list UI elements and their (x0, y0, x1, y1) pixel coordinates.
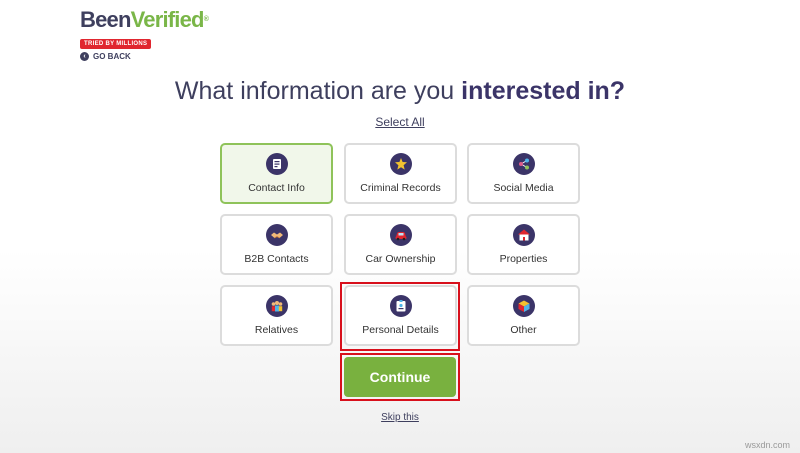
option-label: Social Media (493, 182, 554, 194)
select-all-link[interactable]: Select All (0, 115, 800, 129)
option-label: Criminal Records (360, 182, 441, 194)
sheriff-star-icon (389, 153, 412, 175)
skip-link[interactable]: Skip this (0, 412, 800, 423)
option-criminal-records[interactable]: Criminal Records (344, 143, 457, 204)
logo-been: Been (80, 7, 131, 32)
arrow-left-circle-icon: ‹ (80, 52, 89, 61)
continue-button[interactable]: Continue (344, 357, 456, 397)
page-title-bold: interested in? (461, 77, 626, 105)
share-network-icon (512, 153, 535, 175)
highlight-box-personal-details (340, 282, 460, 351)
option-social-media[interactable]: Social Media (467, 143, 580, 204)
go-back-label: GO BACK (93, 52, 131, 61)
logo-verified: Verified (130, 7, 205, 32)
option-label: Other (510, 324, 537, 336)
option-label: B2B Contacts (244, 253, 309, 265)
page-title: What information are you interested in? (0, 77, 800, 106)
option-label: Contact Info (248, 182, 305, 194)
option-car-ownership[interactable]: Car Ownership (344, 214, 457, 275)
option-relatives[interactable]: Relatives (220, 285, 333, 346)
logo-tagline-badge: TRIED BY MILLIONS (80, 39, 152, 49)
watermark: wsxdn.com (744, 440, 790, 450)
option-label: Relatives (254, 324, 299, 336)
handshake-icon (265, 224, 288, 246)
option-other[interactable]: Other (467, 285, 580, 346)
page-title-prefix: What information are you (174, 77, 462, 105)
option-label: Properties (499, 253, 548, 265)
house-icon (512, 224, 535, 246)
go-back-link[interactable]: ‹ GO BACK (80, 52, 131, 61)
cube-icon (512, 295, 535, 317)
family-icon (265, 295, 288, 317)
contact-card-icon (265, 153, 288, 175)
car-icon (389, 224, 412, 246)
option-b2b-contacts[interactable]: B2B Contacts (220, 214, 333, 275)
logo-wordmark: BeenVerified® (80, 7, 209, 32)
option-label: Car Ownership (365, 253, 436, 265)
option-properties[interactable]: Properties (467, 214, 580, 275)
option-contact-info[interactable]: Contact Info (220, 143, 333, 204)
brand-logo[interactable]: BeenVerified® TRIED BY MILLIONS (80, 7, 209, 50)
logo-registered: ® (203, 16, 209, 23)
